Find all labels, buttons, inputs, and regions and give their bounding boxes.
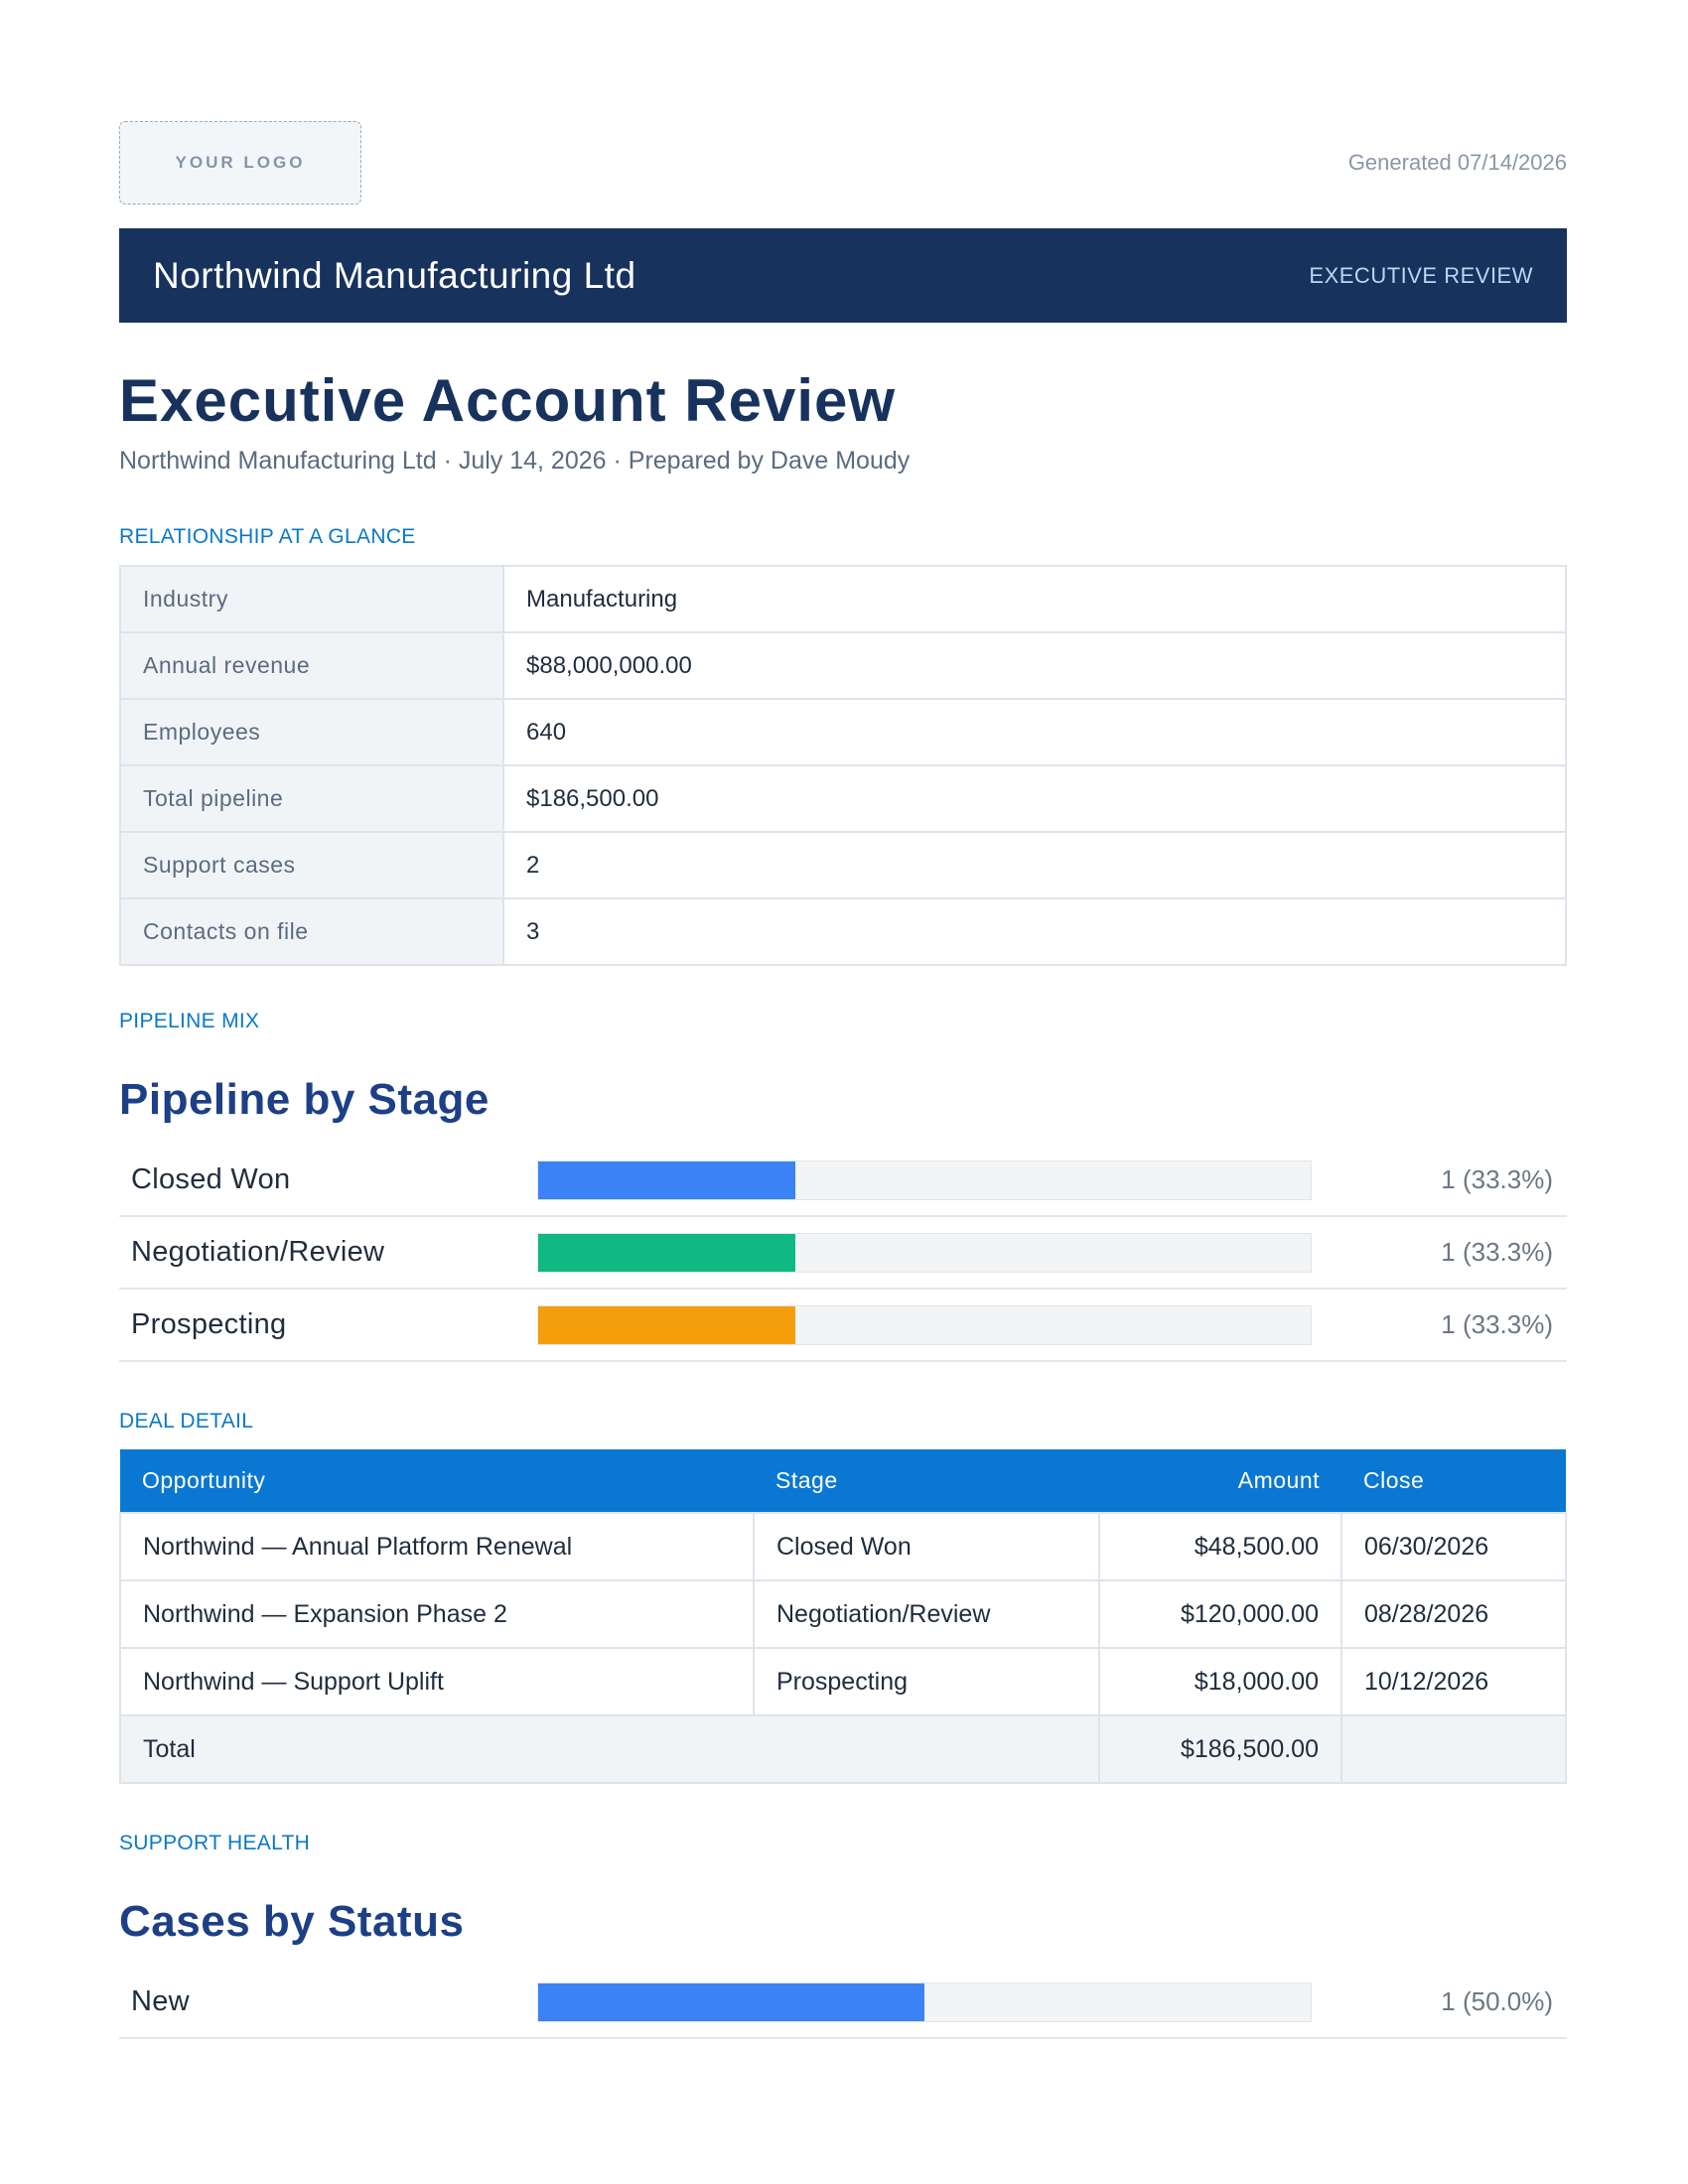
glance-value: $88,000,000.00 bbox=[502, 631, 1567, 700]
cell-close: 10/12/2026 bbox=[1340, 1647, 1567, 1716]
bar-fill bbox=[538, 1160, 796, 1199]
cases-bar-chart: New 1 (50.0%) bbox=[119, 1967, 1567, 2039]
logo-placeholder: YOUR LOGO bbox=[119, 121, 361, 205]
deals-table: Opportunity Stage Amount Close Northwind… bbox=[119, 1449, 1567, 1784]
glance-table: Industry Manufacturing Annual revenue $8… bbox=[119, 565, 1567, 966]
glance-value: 3 bbox=[502, 897, 1567, 966]
cell-close: 08/28/2026 bbox=[1340, 1579, 1567, 1649]
table-row: Annual revenue $88,000,000.00 bbox=[119, 631, 1567, 700]
company-banner: Northwind Manufacturing Ltd EXECUTIVE RE… bbox=[119, 228, 1567, 323]
glance-key: Support cases bbox=[119, 831, 504, 899]
glance-key: Contacts on file bbox=[119, 897, 504, 966]
bar-row: Prospecting 1 (33.3%) bbox=[119, 1290, 1567, 1362]
page-title: Executive Account Review bbox=[119, 367, 897, 434]
glance-value: $186,500.00 bbox=[502, 764, 1567, 833]
pipeline-chart-title: Pipeline by Stage bbox=[119, 1075, 490, 1124]
bar-track bbox=[537, 1232, 1312, 1273]
top-bar: YOUR LOGO Generated 07/14/2026 bbox=[119, 121, 1567, 205]
table-row: Employees 640 bbox=[119, 698, 1567, 766]
bar-track bbox=[537, 1304, 1312, 1345]
bar-row: Negotiation/Review 1 (33.3%) bbox=[119, 1217, 1567, 1290]
cell-stage: Prospecting bbox=[753, 1647, 1100, 1716]
cell-opportunity: Northwind — Support Uplift bbox=[119, 1647, 755, 1716]
total-label: Total bbox=[119, 1714, 1100, 1784]
section-label-deals: DEAL DETAIL bbox=[119, 1410, 254, 1433]
generated-date: Generated 07/14/2026 bbox=[1347, 150, 1567, 175]
cell-close: 06/30/2026 bbox=[1340, 1512, 1567, 1581]
cell-stage: Closed Won bbox=[753, 1512, 1100, 1581]
cell-amount: $18,000.00 bbox=[1098, 1647, 1342, 1716]
col-header-amount: Amount bbox=[1099, 1449, 1341, 1513]
cell-opportunity: Northwind — Annual Platform Renewal bbox=[119, 1512, 755, 1581]
page-subtitle: Northwind Manufacturing Ltd · July 14, 2… bbox=[119, 447, 911, 475]
total-amount: $186,500.00 bbox=[1098, 1714, 1342, 1784]
bar-value-label: 1 (33.3%) bbox=[1441, 1164, 1553, 1194]
bar-value-label: 1 (50.0%) bbox=[1441, 1986, 1553, 2016]
col-header-opportunity: Opportunity bbox=[120, 1449, 754, 1513]
table-header-row: Opportunity Stage Amount Close bbox=[120, 1449, 1566, 1513]
bar-track bbox=[537, 1981, 1312, 2022]
glance-value: 640 bbox=[502, 698, 1567, 766]
cell-amount: $120,000.00 bbox=[1098, 1579, 1342, 1649]
glance-value: Manufacturing bbox=[502, 565, 1567, 633]
bar-label: Closed Won bbox=[131, 1163, 291, 1195]
cases-chart-title: Cases by Status bbox=[119, 1897, 465, 1946]
col-header-close: Close bbox=[1341, 1449, 1566, 1513]
table-row: Northwind — Expansion Phase 2 Negotiatio… bbox=[119, 1579, 1567, 1649]
glance-key: Total pipeline bbox=[119, 764, 504, 833]
bar-fill bbox=[538, 1982, 924, 2021]
bar-fill bbox=[538, 1305, 796, 1344]
bar-value-label: 1 (33.3%) bbox=[1441, 1309, 1553, 1339]
cell-amount: $48,500.00 bbox=[1098, 1512, 1342, 1581]
col-header-stage: Stage bbox=[754, 1449, 1099, 1513]
table-row: Contacts on file 3 bbox=[119, 897, 1567, 966]
section-label-pipeline: PIPELINE MIX bbox=[119, 1010, 260, 1032]
table-row: Support cases 2 bbox=[119, 831, 1567, 899]
section-label-support: SUPPORT HEALTH bbox=[119, 1832, 311, 1854]
report-page: YOUR LOGO Generated 07/14/2026 Northwind… bbox=[119, 121, 1567, 2039]
bar-row: New 1 (50.0%) bbox=[119, 1967, 1567, 2039]
table-row: Northwind — Support Uplift Prospecting $… bbox=[119, 1647, 1567, 1716]
cell-stage: Negotiation/Review bbox=[753, 1579, 1100, 1649]
glance-key: Employees bbox=[119, 698, 504, 766]
bar-track bbox=[537, 1160, 1312, 1200]
table-row: Northwind — Annual Platform Renewal Clos… bbox=[119, 1512, 1567, 1581]
pipeline-bar-chart: Closed Won 1 (33.3%) Negotiation/Review 1 (… bbox=[119, 1145, 1567, 1362]
bar-label: Negotiation/Review bbox=[131, 1236, 385, 1268]
section-label-glance: RELATIONSHIP AT A GLANCE bbox=[119, 525, 416, 548]
bar-fill bbox=[538, 1233, 796, 1272]
glance-value: 2 bbox=[502, 831, 1567, 899]
glance-key: Industry bbox=[119, 565, 504, 633]
total-empty-cell bbox=[1340, 1714, 1567, 1784]
bar-label: Prospecting bbox=[131, 1308, 287, 1340]
bar-label: New bbox=[131, 1985, 190, 2017]
table-row: Industry Manufacturing bbox=[119, 565, 1567, 633]
bar-value-label: 1 (33.3%) bbox=[1441, 1237, 1553, 1267]
bar-row: Closed Won 1 (33.3%) bbox=[119, 1145, 1567, 1217]
banner-company-name: Northwind Manufacturing Ltd bbox=[153, 254, 636, 296]
cell-opportunity: Northwind — Expansion Phase 2 bbox=[119, 1579, 755, 1649]
glance-key: Annual revenue bbox=[119, 631, 504, 700]
table-row: Total pipeline $186,500.00 bbox=[119, 764, 1567, 833]
table-total-row: Total $186,500.00 bbox=[119, 1714, 1567, 1784]
banner-tag: EXECUTIVE REVIEW bbox=[1309, 262, 1533, 288]
